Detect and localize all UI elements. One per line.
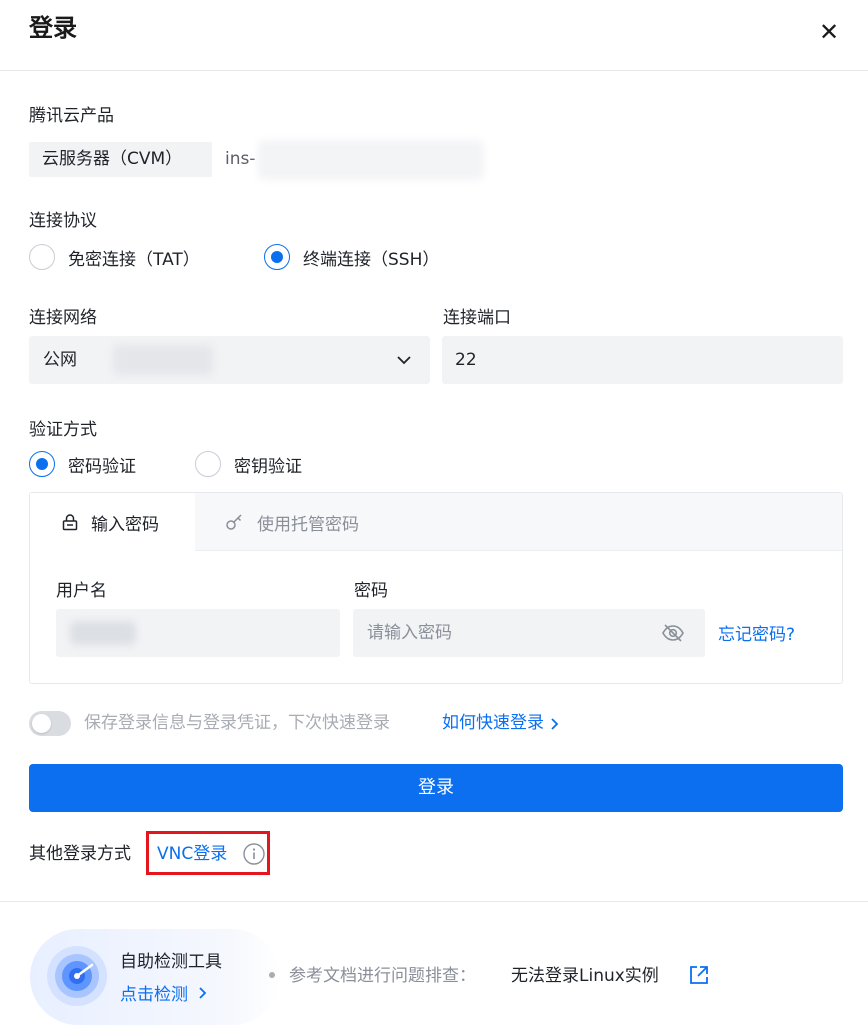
tab-label: 使用托管密码	[257, 514, 359, 535]
product-tag: 云服务器（CVM）	[29, 142, 212, 177]
network-value-redacted	[113, 345, 213, 375]
instance-id-redacted	[258, 140, 484, 180]
eye-hidden-icon[interactable]	[661, 622, 685, 644]
protocol-option-ssh[interactable]: 终端连接（SSH）	[264, 244, 439, 270]
other-methods-label: 其他登录方式	[29, 844, 131, 864]
network-select-value: 公网	[43, 350, 77, 370]
header-divider	[0, 70, 868, 71]
lock-icon	[62, 514, 78, 531]
radio-icon	[195, 451, 221, 477]
reference-doc-link[interactable]: 无法登录Linux实例	[511, 963, 659, 989]
port-label: 连接端口	[443, 308, 511, 328]
remember-toggle[interactable]	[29, 711, 71, 736]
self-check-link-label: 点击检测	[120, 985, 188, 1005]
info-icon[interactable]	[242, 842, 266, 866]
protocol-option-label: 终端连接（SSH）	[303, 249, 440, 270]
auth-option-label: 密钥验证	[234, 456, 302, 477]
chevron-right-icon	[551, 717, 559, 730]
close-icon[interactable]: ✕	[818, 19, 840, 45]
vnc-login-link[interactable]: VNC登录	[157, 841, 227, 867]
quick-login-help-label: 如何快速登录	[442, 713, 544, 733]
bullet-dot	[269, 972, 275, 978]
network-label: 连接网络	[29, 308, 97, 328]
password-placeholder: 请输入密码	[367, 623, 452, 643]
reference-text: 参考文档进行问题排查：	[289, 966, 476, 986]
forgot-password-link[interactable]: 忘记密码?	[718, 620, 795, 645]
auth-option-key[interactable]: 密钥验证	[195, 451, 302, 477]
radio-checked-icon	[264, 244, 290, 270]
username-label: 用户名	[56, 581, 107, 601]
dialog-title: 登录	[29, 14, 77, 42]
tab-label: 输入密码	[91, 514, 159, 535]
port-input[interactable]	[442, 336, 843, 384]
external-link-icon[interactable]	[688, 964, 710, 986]
username-redacted	[70, 621, 136, 645]
auth-option-password[interactable]: 密码验证	[29, 451, 136, 477]
quick-login-help-link[interactable]: 如何快速登录	[442, 711, 560, 736]
chevron-right-icon	[199, 986, 207, 999]
key-icon	[226, 514, 242, 530]
auth-option-label: 密码验证	[68, 456, 136, 477]
product-label: 腾讯云产品	[29, 106, 114, 126]
network-select[interactable]: 公网	[29, 336, 430, 384]
password-input[interactable]: 请输入密码	[353, 609, 705, 657]
radio-checked-icon	[29, 451, 55, 477]
self-check-link[interactable]: 点击检测	[120, 980, 208, 1005]
protocol-option-label: 免密连接（TAT）	[68, 249, 200, 270]
username-input[interactable]	[56, 609, 340, 657]
auth-label: 验证方式	[29, 420, 97, 440]
tab-input-password[interactable]: 输入密码	[30, 493, 195, 551]
footer-divider	[0, 901, 868, 902]
remember-text: 保存登录信息与登录凭证，下次快速登录	[84, 713, 390, 733]
protocol-label: 连接协议	[29, 211, 97, 231]
radar-icon	[47, 946, 107, 1006]
toggle-knob	[32, 714, 51, 733]
tab-managed-password[interactable]: 使用托管密码	[195, 493, 359, 551]
self-check-title: 自助检测工具	[120, 952, 222, 972]
chevron-down-icon	[397, 356, 411, 365]
password-label: 密码	[354, 581, 388, 601]
protocol-option-tat[interactable]: 免密连接（TAT）	[29, 244, 200, 270]
radio-icon	[29, 244, 55, 270]
instance-id-prefix: ins-	[225, 149, 256, 169]
login-button[interactable]: 登录	[29, 764, 843, 812]
